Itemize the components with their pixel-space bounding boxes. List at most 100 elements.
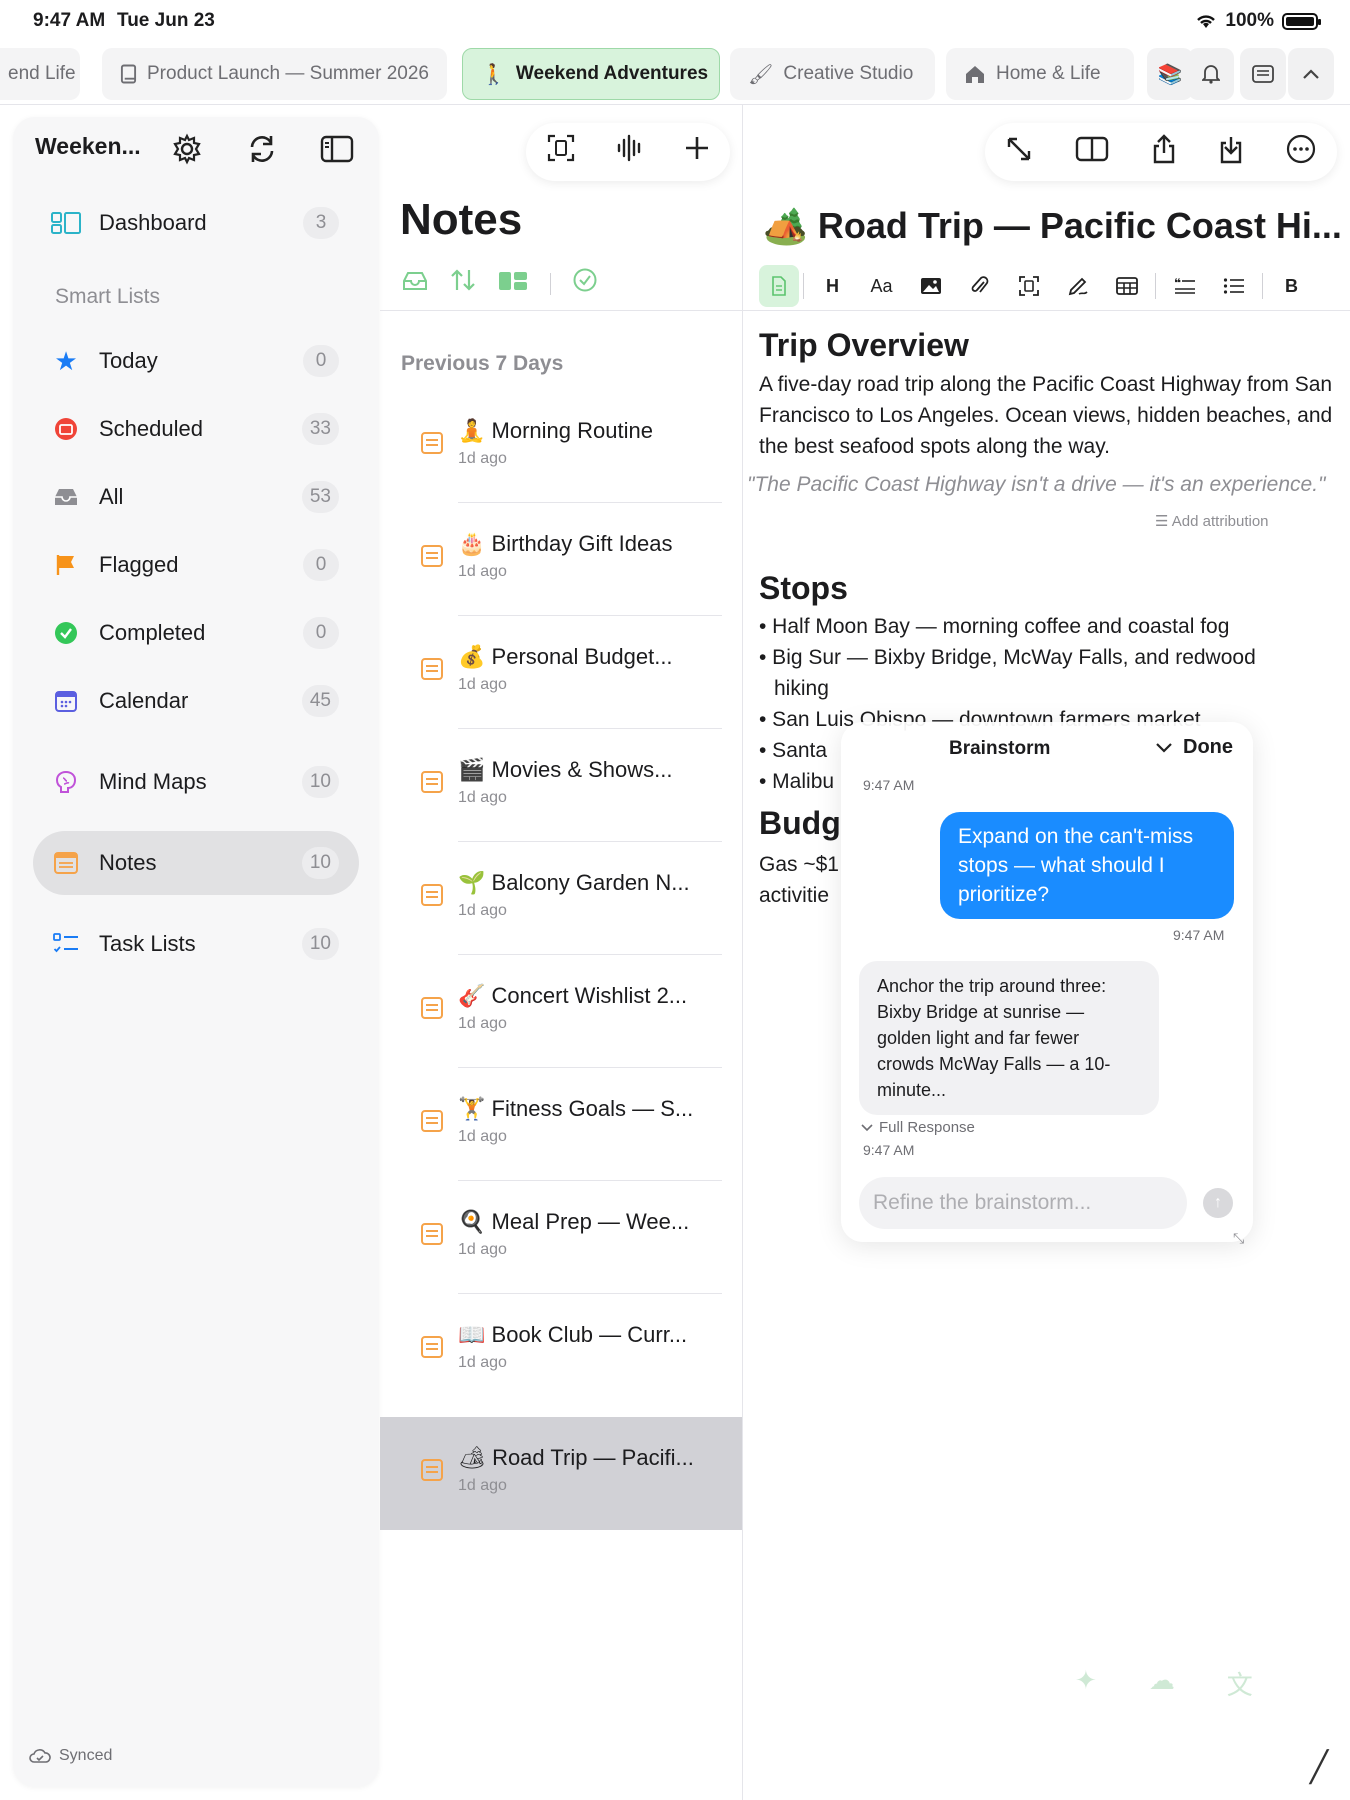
sidebar-item-completed[interactable]: Completed 0	[33, 601, 359, 665]
select-button[interactable]	[573, 268, 597, 299]
note-row[interactable]: 🎸 Concert Wishlist 2... 1d ago	[380, 955, 742, 1068]
save-button[interactable]	[1219, 134, 1243, 171]
tab-product-launch[interactable]: Product Launch — Summer 2026	[102, 48, 447, 100]
attach-button[interactable]	[955, 265, 1004, 307]
done-button[interactable]: Done	[1155, 736, 1233, 759]
sidebar-item-today[interactable]: ★ Today 0	[33, 329, 359, 393]
sidebar-item-notes[interactable]: Notes 10	[33, 831, 359, 895]
view-mode-button[interactable]	[498, 270, 528, 298]
resize-handle-icon[interactable]: ⤡	[1233, 1230, 1244, 1247]
note-title: Meal Prep — Wee...	[491, 1209, 690, 1234]
insert-image-button[interactable]	[906, 265, 955, 307]
note-row[interactable]: 📖 Book Club — Curr... 1d ago	[380, 1294, 742, 1407]
bullet-list-button[interactable]	[1209, 265, 1258, 307]
wifi-icon	[1197, 15, 1216, 28]
library-button[interactable]: 📚	[1147, 48, 1193, 100]
reader-button[interactable]	[1240, 48, 1286, 100]
note-title: Personal Budget...	[491, 644, 673, 669]
note-row-selected[interactable]: 🏕 Road Trip — Pacifi... 1d ago	[380, 1417, 742, 1530]
paperclip-icon	[971, 276, 988, 293]
svg-text:❝: ❝	[1174, 277, 1181, 290]
inbox-filter-button[interactable]	[402, 270, 428, 298]
tab-creative-studio[interactable]: 🖌 Creative Studio	[730, 48, 935, 100]
chevron-up-icon	[1303, 69, 1319, 79]
note-row[interactable]: 🏋 Fitness Goals — S... 1d ago	[380, 1068, 742, 1181]
note-emoji: 🧘	[458, 418, 486, 443]
voice-memo-button[interactable]	[615, 133, 645, 171]
sync-button[interactable]	[240, 127, 284, 171]
split-view-button[interactable]	[1075, 136, 1109, 169]
image-icon	[920, 278, 941, 294]
scan-text-button[interactable]	[1004, 265, 1053, 307]
full-response-toggle[interactable]: Full Response	[861, 1119, 975, 1136]
translate-icon[interactable]: 文	[1227, 1665, 1253, 1702]
workspace-title[interactable]: Weeken...	[35, 133, 141, 160]
scan-document-button[interactable]	[546, 133, 576, 171]
markup-button[interactable]	[1053, 265, 1102, 307]
note-emoji: 📖	[458, 1322, 486, 1347]
quote-block: "The Pacific Coast Highway isn't a drive…	[747, 473, 1326, 496]
budget-line: activitie	[759, 884, 830, 907]
note-title: Concert Wishlist 2...	[491, 983, 688, 1008]
note-emoji: 🎂	[458, 531, 486, 556]
smart-lists-header: Smart Lists	[55, 285, 161, 308]
new-note-button[interactable]	[684, 135, 710, 169]
brain-icon	[51, 767, 81, 797]
reader-icon	[1252, 65, 1274, 83]
note-icon	[421, 545, 443, 567]
brain-icon[interactable]: ☁	[1149, 1665, 1175, 1702]
note-time: 1d ago	[458, 1241, 507, 1258]
sidebar-item-dashboard[interactable]: Dashboard 3	[33, 191, 359, 255]
quote-button[interactable]: ❝	[1160, 265, 1209, 307]
sidebar-item-mind-maps[interactable]: Mind Maps 10	[33, 750, 359, 814]
message-time: 9:47 AM	[1173, 927, 1225, 943]
sidebar-item-scheduled[interactable]: Scheduled 33	[33, 397, 359, 461]
quote-icon: ❝	[1174, 277, 1195, 294]
send-button[interactable]: ↑	[1203, 1188, 1233, 1218]
notifications-button[interactable]	[1188, 48, 1234, 100]
tab-label: Weekend Adventures	[515, 63, 709, 84]
note-icon	[421, 1110, 443, 1132]
table-button[interactable]	[1102, 265, 1151, 307]
expand-icon	[1008, 137, 1031, 160]
refine-input[interactable]: Refine the brainstorm...	[859, 1177, 1187, 1229]
share-button[interactable]	[1152, 133, 1176, 171]
note-row[interactable]: 💰 Personal Budget... 1d ago	[380, 616, 742, 729]
note-icon	[421, 1336, 443, 1358]
tab-weekend-life[interactable]: end Life	[0, 48, 80, 100]
note-row[interactable]: 🧘 Morning Routine 1d ago	[380, 390, 742, 503]
tab-home-life[interactable]: Home & Life	[946, 48, 1134, 100]
ellipsis-icon	[1286, 134, 1315, 163]
note-icon	[421, 658, 443, 680]
pencil-icon[interactable]: ╱	[1310, 1750, 1328, 1785]
add-attribution-button[interactable]: ☰ Add attribution	[1155, 512, 1269, 530]
section-header: Previous 7 Days	[401, 352, 564, 375]
more-button[interactable]	[1286, 134, 1316, 171]
heading-button[interactable]: H	[808, 265, 857, 307]
sidebar-item-flagged[interactable]: Flagged 0	[33, 533, 359, 597]
count-badge: 0	[303, 345, 339, 377]
note-row[interactable]: 🎂 Birthday Gift Ideas 1d ago	[380, 503, 742, 616]
sidebar-item-task-lists[interactable]: Task Lists 10	[33, 912, 359, 976]
sparkle-icon[interactable]: ✦	[1075, 1665, 1097, 1702]
download-icon	[1220, 136, 1241, 163]
collapse-tabs-button[interactable]	[1288, 48, 1334, 100]
sort-button[interactable]	[450, 268, 476, 299]
sidebar-item-calendar[interactable]: Calendar 45	[33, 669, 359, 733]
note-row[interactable]: 🌱 Balcony Garden N... 1d ago	[380, 842, 742, 955]
stop-item: • Big Sur — Bixby Bridge, McWay Falls, a…	[759, 646, 1256, 669]
note-title[interactable]: 🏕️ Road Trip — Pacific Coast Hi...	[763, 205, 1342, 247]
note-row[interactable]: 🎬 Movies & Shows... 1d ago	[380, 729, 742, 842]
text-style-button[interactable]: Aa	[857, 265, 906, 307]
sidebar-item-all[interactable]: All 53	[33, 465, 359, 529]
expand-button[interactable]	[1006, 136, 1032, 169]
settings-button[interactable]	[165, 127, 209, 171]
sidebar-item-label: Flagged	[99, 552, 179, 577]
bold-button[interactable]: B	[1267, 265, 1316, 307]
gallery-icon	[499, 271, 527, 290]
note-row[interactable]: 🍳 Meal Prep — Wee... 1d ago	[380, 1181, 742, 1294]
document-mode-button[interactable]	[759, 265, 799, 307]
toggle-sidebar-button[interactable]	[315, 127, 359, 171]
tab-weekend-adventures[interactable]: 🚶 Weekend Adventures	[462, 48, 720, 100]
stop-item: • Malibu	[759, 770, 835, 793]
